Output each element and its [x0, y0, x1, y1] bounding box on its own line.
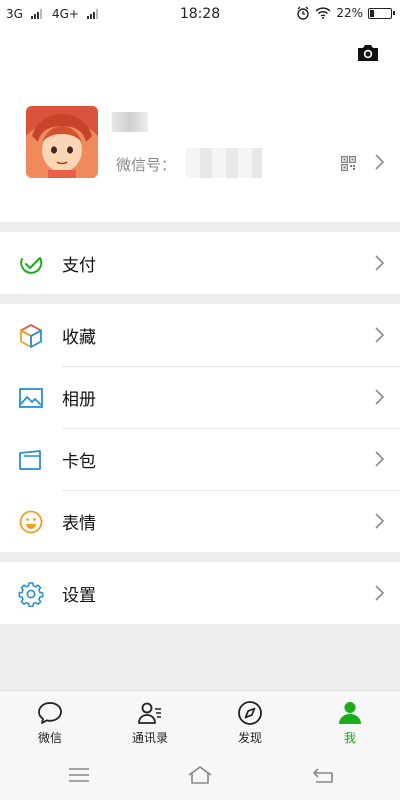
menu-item-pay[interactable]: 支付: [0, 232, 400, 294]
image-icon: [19, 388, 43, 408]
wechat-id-label: 微信号：: [116, 156, 177, 174]
chat-bubble-icon: [38, 702, 62, 724]
status-bar: 3G 4G+ 18:28 22%: [0, 0, 400, 28]
system-nav-bar: [0, 750, 400, 800]
chevron-right-icon: [375, 513, 384, 529]
menu-label-settings: 设置: [62, 586, 96, 606]
chevron-right-icon: [375, 255, 384, 271]
tab-label-discover: 发现: [237, 731, 262, 745]
tab-contacts[interactable]: 通讯录: [100, 691, 200, 750]
wallet-check-icon: [20, 257, 43, 274]
tab-discover[interactable]: 发现: [200, 691, 300, 750]
compass-icon: [238, 701, 262, 725]
qr-code-icon[interactable]: [341, 156, 356, 171]
card-wallet-icon: [19, 450, 41, 470]
nickname-redacted: [112, 112, 148, 132]
gear-icon: [18, 582, 44, 607]
status-right: 22%: [296, 6, 395, 20]
tab-label-contacts: 通讯录: [131, 731, 168, 745]
menu-group-main: 收藏 相册 卡包 表情: [0, 304, 400, 552]
menu-label-favorites: 收藏: [62, 328, 96, 348]
menu-label-album: 相册: [62, 390, 96, 410]
profile-header[interactable]: 微信号：: [0, 28, 400, 222]
battery-icon: [368, 7, 395, 19]
home-icon[interactable]: [187, 764, 213, 786]
chevron-right-icon: [375, 327, 384, 343]
person-icon: [339, 702, 361, 724]
bottom-tab-bar: 微信 通讯录 发现 我: [0, 690, 400, 750]
menu-item-favorites[interactable]: 收藏: [0, 304, 400, 366]
chevron-right-icon: [375, 585, 384, 601]
smiley-icon: [19, 510, 43, 534]
menu-item-cards[interactable]: 卡包: [0, 428, 400, 490]
menu-group-settings: 设置: [0, 562, 400, 624]
tab-label-chats: 微信: [37, 731, 62, 745]
wifi-icon: [315, 7, 331, 19]
chevron-right-icon[interactable]: [375, 154, 384, 170]
menu-label-cards: 卡包: [62, 452, 96, 472]
menu-group-pay: 支付: [0, 232, 400, 294]
menu-label-pay: 支付: [62, 256, 96, 276]
alarm-icon: [297, 6, 310, 20]
chevron-right-icon: [375, 451, 384, 467]
wechat-id-redacted: [186, 148, 262, 178]
contacts-icon: [138, 702, 161, 724]
tab-me[interactable]: 我: [300, 691, 400, 750]
cube-icon: [20, 324, 42, 348]
menu-item-album[interactable]: 相册: [0, 366, 400, 428]
avatar[interactable]: [26, 106, 98, 178]
menu-label-stickers: 表情: [62, 514, 96, 534]
menu-icon[interactable]: [66, 764, 92, 786]
tab-chats[interactable]: 微信: [0, 691, 100, 750]
tab-label-me: 我: [343, 731, 356, 745]
menu-item-stickers[interactable]: 表情: [0, 490, 400, 552]
chevron-right-icon: [375, 389, 384, 405]
camera-icon[interactable]: [356, 43, 380, 63]
back-icon[interactable]: [310, 764, 336, 786]
battery-percent: 22%: [336, 6, 363, 20]
avatar-illustration: [26, 106, 98, 178]
menu-item-settings[interactable]: 设置: [0, 562, 400, 624]
